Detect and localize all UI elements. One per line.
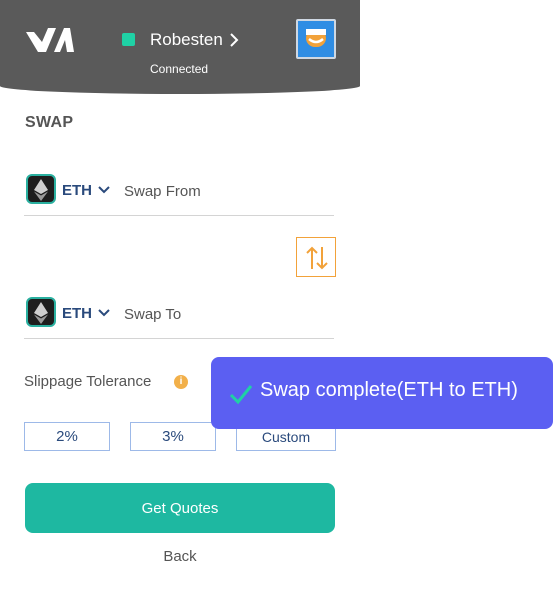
account-status: Connected: [150, 62, 209, 76]
from-token-symbol[interactable]: ETH: [62, 182, 92, 199]
app-header: Robesten Connected: [0, 0, 360, 94]
logo-icon: [26, 28, 74, 52]
toast-notification: Swap complete(ETH to ETH): [211, 357, 553, 429]
check-icon: [229, 385, 253, 405]
swap-direction-button[interactable]: [296, 237, 336, 277]
swap-arrows-icon: [306, 246, 328, 270]
chevron-down-icon[interactable]: [98, 308, 110, 318]
to-token-symbol[interactable]: ETH: [62, 305, 92, 322]
slippage-option-3[interactable]: 3%: [130, 422, 216, 451]
slippage-option-2[interactable]: 2%: [24, 422, 110, 451]
ethereum-icon[interactable]: [26, 297, 56, 327]
avatar-icon: [298, 21, 334, 57]
get-quotes-button[interactable]: Get Quotes: [25, 483, 335, 533]
ethereum-icon[interactable]: [26, 174, 56, 204]
chevron-down-icon[interactable]: [98, 185, 110, 195]
account-name[interactable]: Robesten: [150, 30, 223, 50]
swap-to-input[interactable]: Swap To: [124, 306, 181, 323]
toast-message: Swap complete(ETH to ETH): [260, 379, 518, 401]
chevron-right-icon[interactable]: [228, 32, 240, 48]
slippage-label: Slippage Tolerance: [24, 373, 152, 390]
page-title: SWAP: [25, 114, 74, 131]
swap-from-input[interactable]: Swap From: [124, 183, 201, 200]
swap-from-row[interactable]: ETH Swap From: [24, 172, 334, 216]
back-link[interactable]: Back: [0, 548, 360, 565]
info-icon[interactable]: i: [174, 375, 188, 389]
connection-status-indicator: [122, 33, 135, 46]
swap-to-row[interactable]: ETH Swap To: [24, 295, 334, 339]
avatar[interactable]: [296, 19, 336, 59]
